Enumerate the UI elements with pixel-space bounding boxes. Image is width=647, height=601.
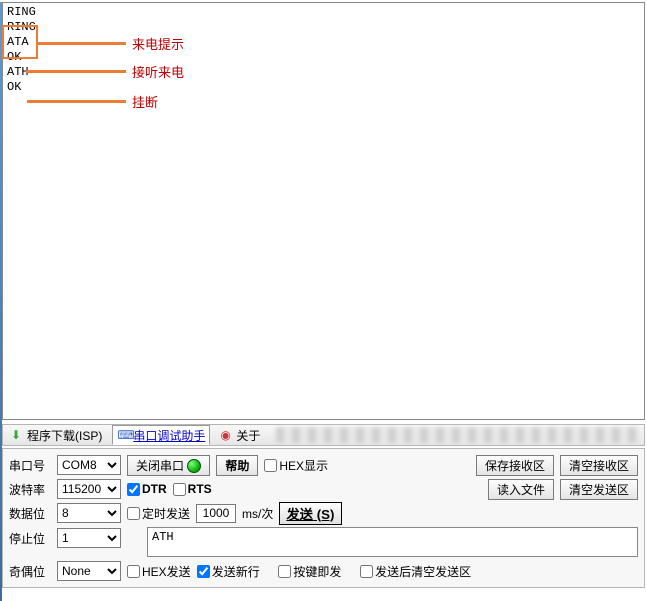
databits-label: 数据位 [9, 505, 51, 522]
tab-bar: ⬇ 程序下载(ISP) ⌨ 串口调试助手 ◉ 关于 [2, 424, 645, 446]
clear-after-check[interactable]: 发送后清空发送区 [360, 563, 471, 580]
control-panel: 串口号 COM8 关闭串口 帮助 HEX显示 保存接收区 清空接收区 波特率 1… [2, 448, 645, 588]
databits-select[interactable]: 8 [57, 503, 121, 523]
clear-send-button[interactable]: 清空发送区 [560, 479, 638, 500]
hex-display-check[interactable]: HEX显示 [264, 457, 328, 474]
tab-label: 串口调试助手 [133, 427, 205, 444]
log-line: OK [7, 80, 640, 95]
key-send-check[interactable]: 按键即发 [278, 563, 341, 580]
chk-label: RTS [188, 482, 212, 496]
send-newline-checkbox[interactable] [197, 565, 210, 578]
tab-download[interactable]: ⬇ 程序下载(ISP) [7, 425, 106, 445]
help-button[interactable]: 帮助 [216, 455, 258, 476]
timed-send-checkbox[interactable] [127, 507, 140, 520]
send-textarea[interactable] [147, 527, 638, 557]
download-icon: ⬇ [11, 428, 25, 442]
annotation-label: 接听来电 [132, 62, 184, 81]
timed-send-check[interactable]: 定时发送 [127, 505, 190, 522]
annotation-arrow [38, 42, 126, 45]
interval-unit: ms/次 [242, 505, 273, 522]
dtr-check[interactable]: DTR [127, 482, 167, 496]
hex-send-checkbox[interactable] [127, 565, 140, 578]
chk-label: 定时发送 [142, 505, 190, 522]
log-content: RING RING ATA OK ATH OK [3, 3, 644, 97]
keyboard-icon: ⌨ [117, 428, 131, 442]
chk-label: 发送新行 [212, 563, 260, 580]
stopbits-label: 停止位 [9, 530, 51, 547]
baud-label: 波特率 [9, 481, 51, 498]
chk-label: 按键即发 [293, 563, 341, 580]
chk-label: HEX显示 [279, 457, 328, 474]
log-line: RING [7, 5, 640, 20]
save-recv-button[interactable]: 保存接收区 [476, 455, 554, 476]
chk-label: HEX发送 [142, 563, 191, 580]
tab-label: 程序下载(ISP) [27, 427, 102, 444]
receive-log-area[interactable]: RING RING ATA OK ATH OK [2, 2, 645, 420]
status-led-icon [187, 459, 201, 473]
port-select[interactable]: COM8 [57, 455, 121, 475]
clear-after-checkbox[interactable] [360, 565, 373, 578]
interval-input[interactable] [196, 504, 236, 523]
send-button[interactable]: 发送 (S) [279, 502, 341, 525]
tab-serial[interactable]: ⌨ 串口调试助手 [112, 425, 210, 445]
hex-display-checkbox[interactable] [264, 459, 277, 472]
rts-check[interactable]: RTS [173, 482, 212, 496]
parity-label: 奇偶位 [9, 563, 51, 580]
key-send-checkbox[interactable] [278, 565, 291, 578]
btn-label: 关闭串口 [136, 459, 184, 473]
help-icon: ◉ [220, 428, 234, 442]
load-file-button[interactable]: 读入文件 [488, 479, 554, 500]
annotation-label: 来电提示 [132, 34, 184, 53]
dtr-checkbox[interactable] [127, 483, 140, 496]
rts-checkbox[interactable] [173, 483, 186, 496]
blurred-region [276, 427, 640, 443]
chk-label: 发送后清空发送区 [375, 563, 471, 580]
log-line: RING [7, 20, 640, 35]
chk-label: DTR [142, 482, 167, 496]
annotation-arrow [26, 70, 126, 73]
port-label: 串口号 [9, 457, 51, 474]
annotation-label: 挂断 [132, 92, 158, 111]
hex-send-check[interactable]: HEX发送 [127, 563, 191, 580]
annotation-arrow [27, 100, 126, 103]
close-port-button[interactable]: 关闭串口 [127, 455, 210, 476]
tab-about[interactable]: ◉ 关于 [216, 425, 264, 445]
baud-select[interactable]: 115200 [57, 479, 121, 499]
tab-label: 关于 [236, 427, 260, 444]
stopbits-select[interactable]: 1 [57, 528, 121, 548]
send-newline-check[interactable]: 发送新行 [197, 563, 260, 580]
clear-recv-button[interactable]: 清空接收区 [560, 455, 638, 476]
parity-select[interactable]: None [57, 561, 121, 581]
log-line: OK [7, 50, 640, 65]
